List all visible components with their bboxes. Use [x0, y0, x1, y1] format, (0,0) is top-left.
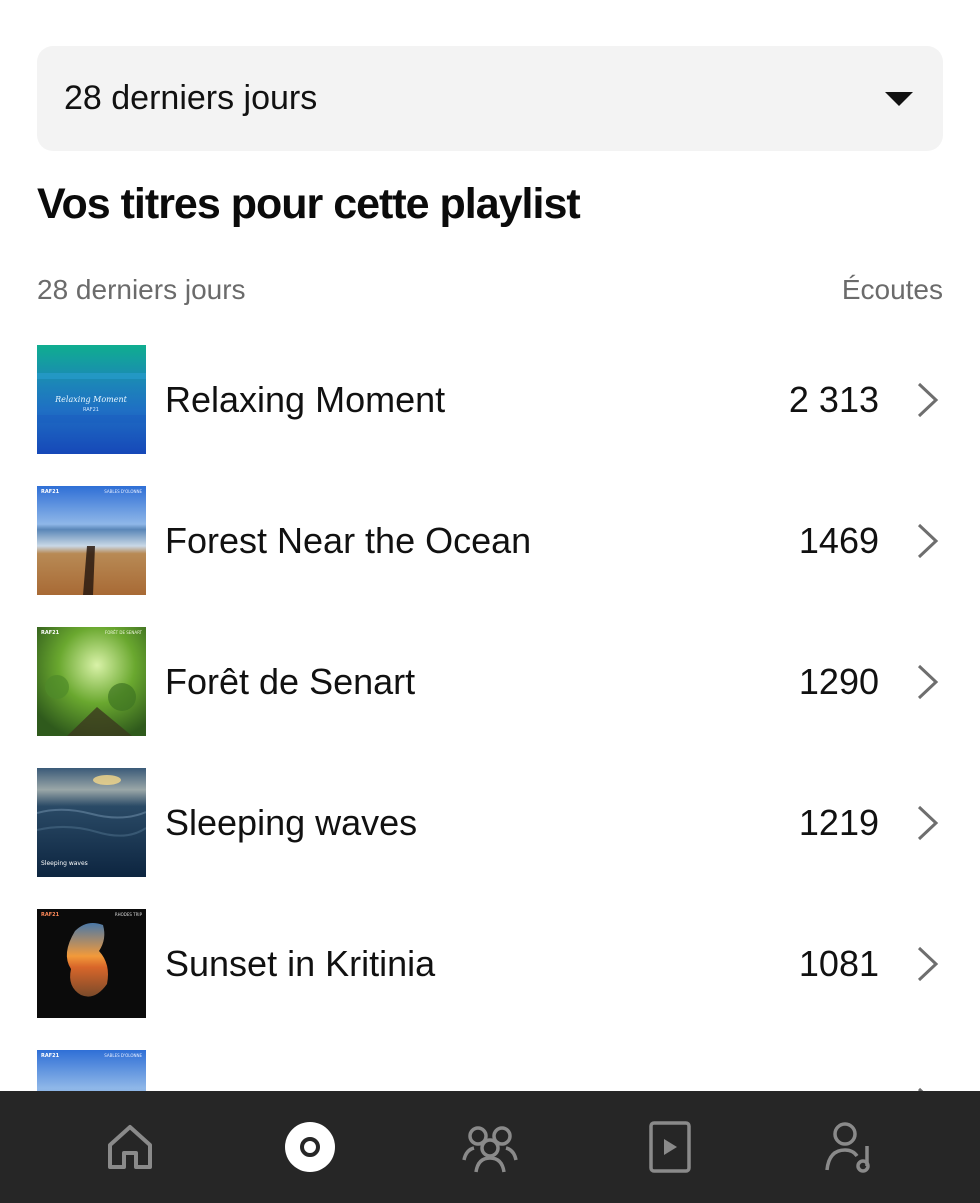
nav-catalog[interactable] [270, 1107, 350, 1187]
relaxing-moment-cover: Relaxing Moment RAF21 [37, 345, 146, 454]
cover-title: RAF21 [41, 912, 60, 918]
track-plays: 1290 [798, 660, 879, 702]
track-plays: 1219 [798, 801, 879, 843]
plays-column-label: Écoutes [841, 274, 943, 305]
artist-icon [825, 1122, 870, 1173]
cover-subtitle: FORÊT DE SENART [105, 630, 143, 635]
track-row[interactable]: RAF21 RHODES TRIP Sunset in Kritinia 108… [0, 909, 980, 1018]
nav-home[interactable] [90, 1107, 170, 1187]
beach-cover: RAF21 SABLES D'OLONNE [37, 486, 146, 595]
cover-subtitle: RHODES TRIP [115, 912, 143, 917]
cover-title: Sleeping waves [41, 860, 88, 867]
period-column-label: 28 derniers jours [37, 274, 246, 305]
caret-down-icon [885, 91, 913, 106]
track-row[interactable]: Relaxing Moment RAF21 Relaxing Moment 2 … [0, 345, 980, 454]
track-title: Sleeping waves [165, 801, 418, 843]
catalog-icon [285, 1122, 335, 1172]
nav-video[interactable] [630, 1107, 710, 1187]
period-dropdown-label: 28 derniers jours [64, 79, 318, 117]
bottom-navigation [0, 1091, 980, 1203]
home-icon [108, 1125, 152, 1169]
chevron-right-icon [917, 664, 939, 699]
cover-title: RAF21 [41, 630, 60, 636]
waves-cover: Sleeping waves [37, 768, 146, 877]
cover-title: Relaxing Moment [54, 395, 127, 404]
sunset-cover: RAF21 RHODES TRIP [37, 909, 146, 1018]
track-title: Forêt de Senart [165, 660, 416, 702]
chevron-right-icon [917, 523, 939, 558]
track-plays: 2 313 [788, 378, 879, 420]
nav-artist[interactable] [810, 1107, 890, 1187]
track-row[interactable]: Sleeping waves Sleeping waves 1219 [0, 768, 980, 877]
track-title: Relaxing Moment [165, 378, 446, 420]
cover-title: RAF21 [41, 489, 60, 495]
chevron-right-icon [917, 946, 939, 981]
track-title: Forest Near the Ocean [165, 519, 532, 561]
cover-subtitle: SABLES D'OLONNE [104, 1053, 142, 1058]
period-dropdown[interactable]: 28 derniers jours [37, 46, 943, 151]
cover-title: RAF21 [41, 1053, 60, 1059]
cover-subtitle: RAF21 [83, 407, 99, 413]
section-title: Vos titres pour cette playlist [37, 180, 581, 228]
track-title: Sunset in Kritinia [165, 942, 436, 984]
chevron-right-icon [917, 382, 939, 417]
track-plays: 1081 [798, 942, 879, 984]
video-icon [649, 1121, 691, 1173]
cover-subtitle: SABLES D'OLONNE [104, 489, 142, 494]
chevron-right-icon [917, 805, 939, 840]
audience-icon [462, 1126, 518, 1173]
track-row[interactable]: RAF21 FORÊT DE SENART Forêt de Senart 12… [0, 627, 980, 736]
nav-audience[interactable] [450, 1107, 530, 1187]
list-header: 28 derniers jours Écoutes [37, 274, 943, 306]
forest-cover: RAF21 FORÊT DE SENART [37, 627, 146, 736]
track-row[interactable]: RAF21 SABLES D'OLONNE Forest Near the Oc… [0, 486, 980, 595]
track-plays: 1469 [798, 519, 879, 561]
